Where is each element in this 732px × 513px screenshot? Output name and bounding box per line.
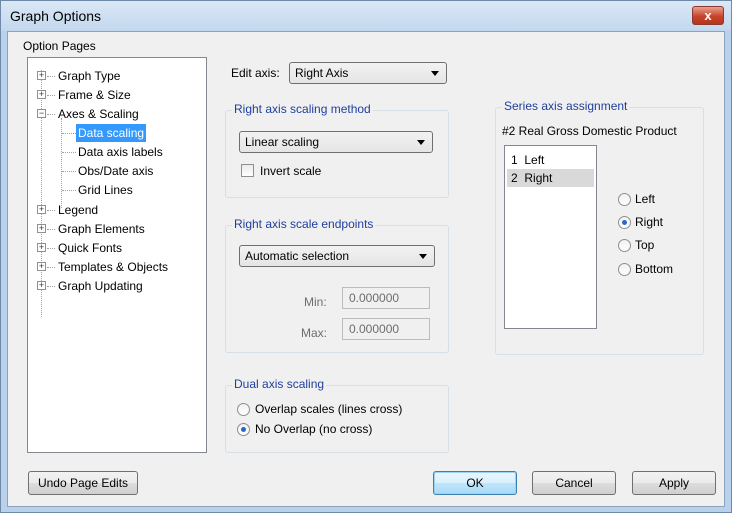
- overlap-label: Overlap scales (lines cross): [255, 402, 403, 416]
- min-field[interactable]: 0.000000: [342, 287, 430, 309]
- scaling-method-group: [225, 110, 449, 198]
- expand-icon[interactable]: +: [37, 205, 46, 214]
- tree-item-label: Axes & Scaling: [58, 107, 139, 121]
- tree-item-label: Grid Lines: [78, 183, 133, 197]
- list-item-label: Left: [524, 153, 545, 167]
- axis-bottom-radio[interactable]: [618, 263, 631, 276]
- axis-right-radio[interactable]: [618, 216, 631, 229]
- axis-top-radio[interactable]: [618, 239, 631, 252]
- expand-icon[interactable]: +: [37, 224, 46, 233]
- chevron-down-icon: [417, 140, 425, 145]
- tree-item-label: Graph Type: [58, 69, 121, 83]
- tree-item-label: Frame & Size: [58, 88, 131, 102]
- expand-icon[interactable]: +: [37, 262, 46, 271]
- dual-axis-title: Dual axis scaling: [232, 377, 327, 391]
- series-assignment-title: Series axis assignment: [502, 99, 630, 113]
- tree-item-label: Quick Fonts: [58, 241, 123, 255]
- close-button[interactable]: x: [692, 6, 724, 25]
- scale-endpoints-title: Right axis scale endpoints: [232, 217, 376, 231]
- axis-right-label: Right: [635, 215, 664, 229]
- list-item[interactable]: 1 Left: [507, 151, 594, 169]
- axis-left-radio[interactable]: [618, 193, 631, 206]
- min-label: Min:: [304, 295, 327, 309]
- option-pages-tree[interactable]: + Graph Type + Frame & Size − Axes & Sca…: [27, 57, 207, 453]
- scaling-method-title: Right axis scaling method: [232, 102, 373, 116]
- tree-item-label: Legend: [58, 203, 99, 217]
- dual-axis-group: [225, 385, 449, 453]
- expand-icon[interactable]: +: [37, 71, 46, 80]
- dialog-body: Option Pages + Graph Type + Frame & Size…: [7, 31, 725, 507]
- tree-item-label: Data axis labels: [78, 145, 163, 159]
- window-title: Graph Options: [10, 8, 102, 24]
- series-name: #2 Real Gross Domestic Product: [502, 124, 677, 138]
- invert-scale-label: Invert scale: [260, 164, 322, 178]
- edit-axis-label: Edit axis:: [231, 66, 280, 80]
- list-item-number: 1: [511, 153, 518, 167]
- endpoints-value: Automatic selection: [245, 249, 350, 263]
- axis-left-label: Left: [635, 192, 656, 206]
- invert-scale-checkbox[interactable]: [241, 164, 254, 177]
- overlap-radio[interactable]: [237, 403, 250, 416]
- option-pages-heading: Option Pages: [23, 39, 96, 53]
- expand-icon[interactable]: +: [37, 281, 46, 290]
- apply-button[interactable]: Apply: [632, 471, 716, 495]
- tree-item-label: Graph Updating: [58, 279, 143, 293]
- chevron-down-icon: [419, 254, 427, 259]
- max-value: 0.000000: [349, 322, 400, 336]
- list-item-number: 2: [511, 171, 518, 185]
- tree-item-label: Graph Elements: [58, 222, 145, 236]
- ok-button[interactable]: OK: [433, 471, 517, 495]
- tree-item-label: Obs/Date axis: [78, 164, 154, 178]
- scaling-method-select[interactable]: Linear scaling: [239, 131, 433, 153]
- list-item[interactable]: 2 Right: [507, 169, 594, 187]
- chevron-down-icon: [431, 71, 439, 76]
- collapse-icon[interactable]: −: [37, 109, 46, 118]
- min-value: 0.000000: [349, 291, 400, 305]
- max-field[interactable]: 0.000000: [342, 318, 430, 340]
- no-overlap-label: No Overlap (no cross): [255, 422, 373, 436]
- list-item-label: Right: [524, 171, 553, 185]
- axis-list[interactable]: 1 Left 2 Right: [504, 145, 597, 329]
- cancel-button[interactable]: Cancel: [532, 471, 616, 495]
- no-overlap-radio[interactable]: [237, 423, 250, 436]
- expand-icon[interactable]: +: [37, 243, 46, 252]
- undo-page-edits-button[interactable]: Undo Page Edits: [28, 471, 138, 495]
- axis-top-label: Top: [635, 238, 655, 252]
- edit-axis-select[interactable]: Right Axis: [289, 62, 447, 84]
- axis-bottom-label: Bottom: [635, 262, 674, 276]
- expand-icon[interactable]: +: [37, 90, 46, 99]
- scaling-method-value: Linear scaling: [245, 135, 320, 149]
- tree-item-label: Data scaling: [76, 124, 147, 142]
- edit-axis-value: Right Axis: [295, 66, 349, 80]
- tree-item-label: Templates & Objects: [58, 260, 169, 274]
- max-label: Max:: [301, 326, 328, 340]
- graph-options-window: Graph Options x Option Pages + Graph Typ…: [0, 0, 732, 513]
- title-bar[interactable]: Graph Options x: [1, 1, 731, 31]
- endpoints-select[interactable]: Automatic selection: [239, 245, 435, 267]
- close-icon: x: [704, 8, 712, 23]
